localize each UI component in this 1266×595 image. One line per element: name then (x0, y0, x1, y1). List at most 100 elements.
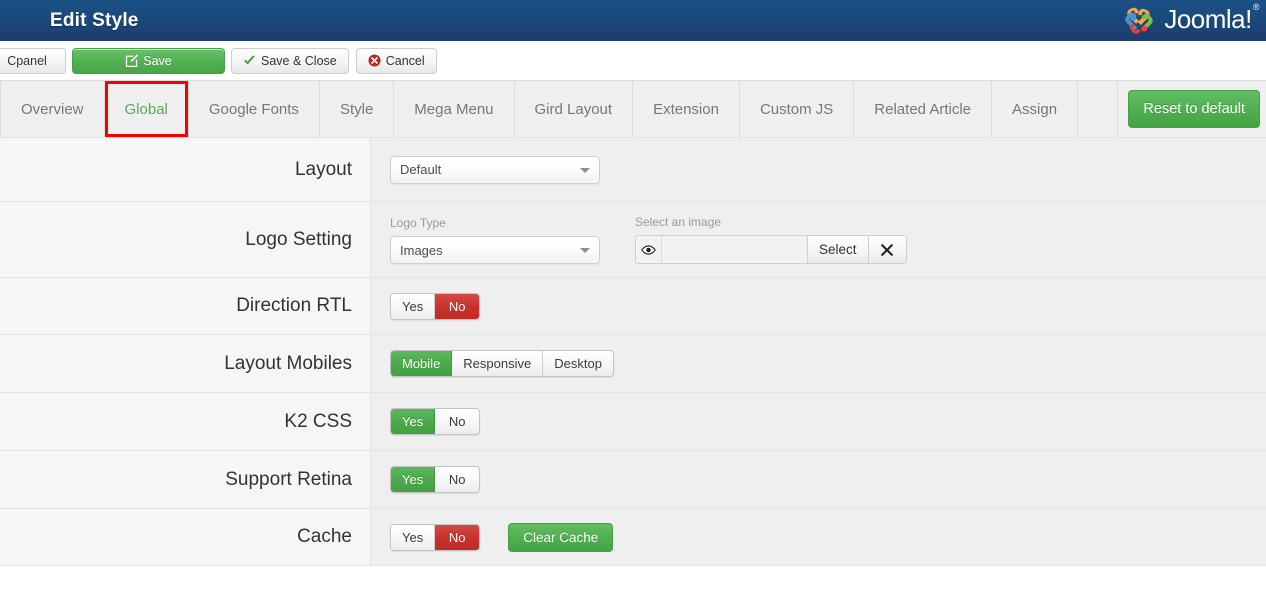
cancel-circle-icon (368, 54, 381, 67)
chevron-down-icon (580, 167, 590, 173)
direction-rtl-toggle: Yes No (390, 292, 481, 320)
form-label-cache: Cache (0, 509, 371, 565)
cancel-button[interactable]: Cancel (355, 47, 437, 74)
cache-option-no[interactable]: No (435, 524, 480, 550)
logo-type-select[interactable]: Images (390, 236, 600, 264)
cache-option-yes[interactable]: Yes (391, 524, 436, 550)
logo-type-field: Logo Type Images (390, 216, 600, 264)
cache-option-no-label: No (448, 529, 466, 545)
form-label-layout-mobiles: Layout Mobiles (0, 335, 371, 392)
tab-list: Overview Global Google Fonts Style Mega … (0, 81, 1119, 137)
support-retina-toggle: Yes No (390, 466, 481, 493)
logo-setting-group: Logo Type Images Select an image Select (390, 215, 907, 264)
cancel-button-label: Cancel (385, 53, 425, 68)
toolbar: Cpanel Save Save & Close Cancel (0, 41, 1266, 81)
clear-image-button[interactable] (867, 236, 906, 263)
k2-css-option-no-label: No (448, 414, 466, 429)
layout-select-value: Default (400, 162, 442, 177)
tab-extension-label: Extension (653, 100, 719, 118)
form-field-direction-rtl: Yes No (371, 278, 1266, 334)
tab-google-fonts[interactable]: Google Fonts (188, 81, 320, 137)
tab-assign[interactable]: Assign (992, 81, 1079, 137)
tab-style[interactable]: Style (319, 81, 395, 137)
form-label-logo-setting: Logo Setting (0, 202, 371, 277)
form-field-support-retina: Yes No (371, 451, 1266, 508)
tab-google-fonts-label: Google Fonts (208, 100, 299, 118)
tab-gird-layout-label: Gird Layout (534, 100, 613, 118)
k2-css-option-no[interactable]: No (435, 409, 480, 434)
layout-select[interactable]: Default (390, 155, 600, 184)
reset-to-default-button[interactable]: Reset to default (1128, 90, 1260, 128)
layout-mobiles-option-desktop[interactable]: Desktop (543, 351, 613, 376)
support-retina-option-no-label: No (448, 472, 466, 487)
direction-rtl-option-no[interactable]: No (435, 293, 480, 319)
tab-overview[interactable]: Overview (0, 81, 105, 137)
app-header: Edit Style Joomla!® (0, 0, 1266, 41)
select-image-label: Select an image (635, 215, 722, 229)
chevron-down-icon (580, 248, 590, 253)
direction-rtl-option-yes[interactable]: Yes (391, 293, 436, 319)
form-label-k2-css: K2 CSS (0, 393, 371, 450)
image-path-input[interactable] (662, 236, 807, 263)
select-image-button[interactable]: Select (807, 236, 868, 263)
check-icon (244, 54, 255, 64)
brand-name-text: Joomla! (1164, 4, 1252, 34)
select-image-button-label: Select (819, 242, 857, 257)
layout-mobiles-option-desktop-label: Desktop (554, 356, 602, 371)
save-button[interactable]: Save (72, 47, 225, 74)
tab-bar-actions: Reset to default (1118, 81, 1266, 137)
form-row-k2-css: K2 CSS Yes No (0, 393, 1266, 451)
form-row-cache: Cache Yes No Clear Cache (0, 509, 1266, 566)
form-field-layout: Default (371, 138, 1266, 201)
save-button-label: Save (143, 53, 172, 68)
layout-mobiles-toggle: Mobile Responsive Desktop (390, 350, 614, 377)
support-retina-option-no[interactable]: No (435, 467, 480, 492)
image-picker: Select (635, 235, 907, 264)
form-row-support-retina: Support Retina Yes No (0, 451, 1266, 509)
layout-mobiles-option-responsive[interactable]: Responsive (452, 351, 544, 376)
eye-icon (641, 244, 656, 255)
select-image-field: Select an image Select (635, 215, 907, 264)
clear-cache-button-label: Clear Cache (523, 529, 599, 545)
form-field-k2-css: Yes No (371, 393, 1266, 450)
tab-bar-filler (1078, 81, 1119, 137)
preview-image-button[interactable] (636, 236, 662, 263)
form-label-direction-rtl: Direction RTL (0, 278, 371, 334)
form-label-layout: Layout (0, 138, 371, 201)
tab-overview-label: Overview (21, 100, 84, 118)
tab-custom-js[interactable]: Custom JS (739, 81, 855, 137)
brand-name: Joomla!® (1164, 2, 1259, 35)
page-title: Edit Style (50, 9, 139, 31)
direction-rtl-option-no-label: No (448, 298, 466, 314)
tab-bar: Overview Global Google Fonts Style Mega … (0, 81, 1266, 138)
tab-extension[interactable]: Extension (633, 81, 740, 137)
form-label-support-retina: Support Retina (0, 451, 371, 508)
layout-mobiles-option-responsive-label: Responsive (463, 356, 532, 371)
close-x-icon (880, 243, 894, 256)
cpanel-button[interactable]: Cpanel (0, 47, 66, 74)
form-field-layout-mobiles: Mobile Responsive Desktop (371, 335, 1266, 392)
layout-mobiles-option-mobile[interactable]: Mobile (391, 351, 453, 376)
form-row-layout-mobiles: Layout Mobiles Mobile Responsive Desktop (0, 335, 1266, 393)
k2-css-option-yes-label: Yes (402, 414, 424, 429)
logo-type-label: Logo Type (390, 216, 446, 230)
tab-global[interactable]: Global (104, 81, 189, 137)
save-and-close-button-label: Save & Close (261, 53, 337, 68)
support-retina-option-yes[interactable]: Yes (391, 467, 436, 492)
tab-mega-menu[interactable]: Mega Menu (394, 81, 515, 137)
tab-gird-layout[interactable]: Gird Layout (514, 81, 634, 137)
settings-form: Layout Default Logo Setting Logo Type Im… (0, 138, 1266, 566)
k2-css-toggle: Yes No (390, 408, 481, 435)
reset-to-default-label: Reset to default (1143, 101, 1245, 117)
cache-toggle: Yes No (390, 523, 481, 551)
layout-mobiles-option-mobile-label: Mobile (402, 356, 441, 371)
tab-related-article[interactable]: Related Article (854, 81, 993, 137)
save-and-close-button[interactable]: Save & Close (231, 47, 349, 74)
form-field-cache: Yes No Clear Cache (371, 509, 1266, 565)
form-row-logo-setting: Logo Setting Logo Type Images Select an … (0, 202, 1266, 278)
cpanel-button-label: Cpanel (7, 53, 47, 68)
form-row-direction-rtl: Direction RTL Yes No (0, 278, 1266, 335)
k2-css-option-yes[interactable]: Yes (391, 409, 436, 434)
clear-cache-button[interactable]: Clear Cache (508, 522, 614, 552)
cache-option-yes-label: Yes (402, 529, 424, 545)
